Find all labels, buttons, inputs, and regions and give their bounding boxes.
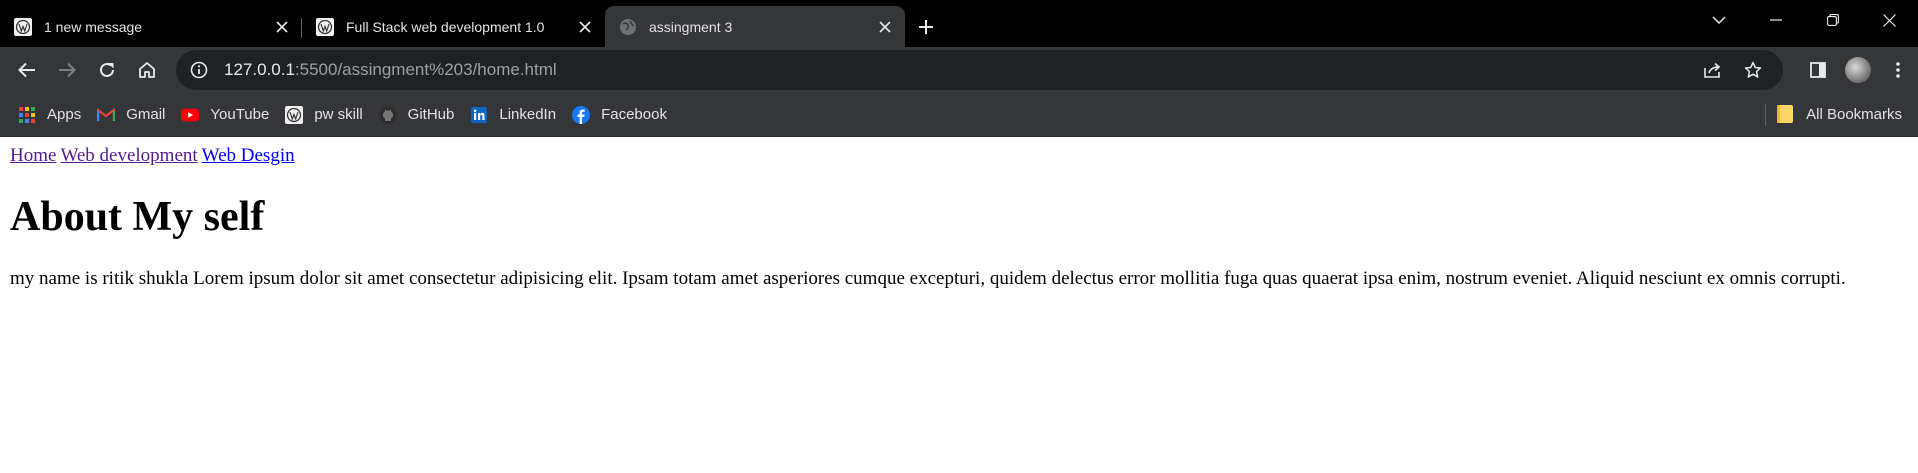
youtube-icon [181,106,200,124]
close-icon[interactable] [875,17,895,37]
plus-icon [919,19,933,34]
bookmark-linkedin[interactable]: LinkedIn [462,99,564,131]
about-paragraph: my name is ritik shukla Lorem ipsum dolo… [10,268,1846,290]
bookmark-label: GitHub [407,106,455,123]
back-button[interactable] [7,50,47,90]
bookmark-label: pw skill [314,106,363,123]
linkedin-icon [470,106,488,124]
forward-button[interactable] [47,50,87,90]
arrow-right-icon [59,62,76,78]
all-bookmarks-button[interactable]: All Bookmarks [1767,98,1912,130]
nav-link-web-development[interactable]: Web development [60,145,197,166]
all-bookmarks-label: All Bookmarks [1806,105,1902,123]
avatar [1845,57,1871,83]
tab-title: Full Stack web development 1.0 [346,18,545,35]
bookmark-label: LinkedIn [499,106,557,123]
apps-grid-icon [18,106,36,124]
wordpress-icon [14,17,32,36]
side-panel-button[interactable] [1798,50,1838,90]
bookmark-star-button[interactable] [1733,50,1773,90]
globe-icon [619,18,637,36]
close-window-button[interactable] [1861,0,1918,40]
restore-button[interactable] [1804,0,1861,40]
close-icon[interactable] [272,17,292,37]
toolbar-right [1798,50,1918,90]
bookmark-label: Gmail [126,106,166,123]
wordpress-icon [316,17,334,36]
arrow-left-icon [18,62,35,78]
bookmarks-bar: Apps Gmail YouTube pw skill GitHub Linke… [0,93,1918,137]
tab-title: 1 new message [44,18,143,35]
home-icon [139,62,155,78]
kebab-menu-icon [1896,62,1900,78]
facebook-icon [572,105,591,124]
bookmark-gmail[interactable]: Gmail [89,99,173,131]
url-host: 127.0.0.1 [224,60,295,79]
tab-title: assingment 3 [649,18,733,35]
menu-button[interactable] [1878,50,1918,90]
profile-button[interactable] [1838,50,1878,90]
url-path: :5500/assingment%203/home.html [294,60,557,79]
reload-icon [100,62,114,77]
close-icon[interactable] [575,17,595,37]
page-nav: Home Web development Web Desgin [10,145,1908,167]
share-button[interactable] [1693,50,1733,90]
reload-button[interactable] [87,50,127,90]
share-icon [1704,62,1721,78]
url-text[interactable]: 127.0.0.1:5500/assingment%203/home.html [224,60,557,80]
close-icon [1883,13,1896,27]
side-panel-icon [1810,62,1826,78]
nav-link-web-design[interactable]: Web Desgin [202,145,295,166]
tab-3-active[interactable]: assingment 3 [605,6,905,47]
chevron-down-icon [1711,16,1726,24]
github-icon [379,106,397,124]
bookmark-label: YouTube [210,106,270,123]
star-icon [1744,61,1762,78]
address-bar[interactable]: 127.0.0.1:5500/assingment%203/home.html [176,50,1783,90]
bookmark-youtube[interactable]: YouTube [173,99,277,131]
bookmark-label: Apps [47,106,82,123]
home-button[interactable] [127,50,167,90]
tab-2[interactable]: Full Stack web development 1.0 [302,6,605,47]
wordpress-icon [285,105,304,124]
bookmark-facebook[interactable]: Facebook [564,99,675,131]
page-title: About My self [10,194,265,240]
new-tab-button[interactable] [905,6,947,47]
nav-link-home[interactable]: Home [10,145,56,166]
info-icon[interactable] [188,59,210,81]
bookmark-apps[interactable]: Apps [10,99,89,131]
bookmark-label: Facebook [601,106,667,123]
gmail-icon [97,106,116,124]
page-content: Home Web development Web Desgin About My… [0,137,1918,299]
restore-icon [1826,14,1839,26]
minimize-icon [1769,19,1782,21]
bookmarks-divider [1765,104,1766,126]
toolbar: 127.0.0.1:5500/assingment%203/home.html [0,47,1918,93]
tab-1[interactable]: 1 new message [0,6,302,47]
omnibox-actions [1693,50,1773,90]
minimize-button[interactable] [1747,0,1804,40]
window-controls [1690,0,1918,40]
folder-icon [1777,105,1794,123]
bookmark-github[interactable]: GitHub [371,99,463,131]
tab-strip: 1 new message Full Stack web development… [0,0,1918,47]
bookmark-pw-skill[interactable]: pw skill [277,99,370,131]
tab-search-button[interactable] [1690,0,1747,40]
